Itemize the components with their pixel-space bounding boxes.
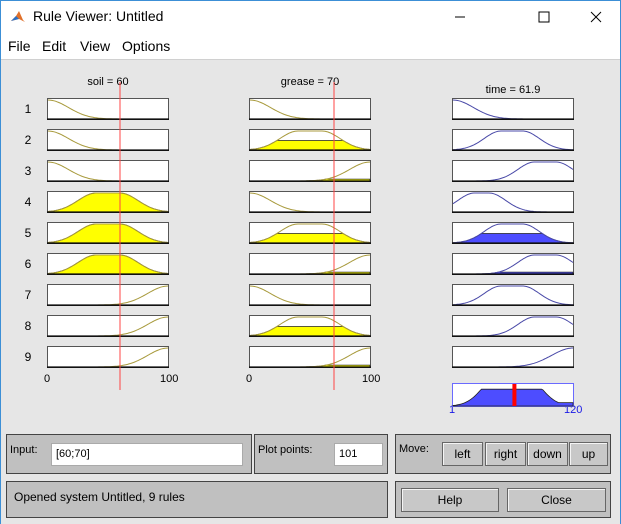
maximize-icon	[538, 11, 550, 23]
grease-rule-plot	[249, 98, 371, 121]
plot-frame	[249, 98, 371, 120]
soil-rule-plot	[47, 222, 169, 245]
soil-axis-max: 100	[160, 373, 179, 385]
grease-rule-plot	[249, 160, 371, 183]
action-panel: Help Close	[395, 481, 611, 518]
grease-rule-plot	[249, 129, 371, 152]
close-button[interactable]: Close	[507, 488, 606, 512]
plot-frame	[452, 191, 574, 213]
soil-input-marker[interactable]	[119, 82, 122, 452]
maximize-button[interactable]	[521, 1, 567, 33]
grease-axis-max: 100	[362, 373, 381, 385]
time-rule-plot	[452, 253, 574, 276]
plot-frame	[47, 315, 169, 337]
status-panel: Opened system Untitled, 9 rules	[6, 481, 388, 518]
grease-rule-plot	[249, 253, 371, 276]
plot-frame	[452, 315, 574, 337]
move-up-button[interactable]: up	[569, 442, 608, 466]
plot-points-field[interactable]: 101	[334, 443, 383, 466]
time-title: time = 61.9	[485, 84, 541, 96]
rule-viewer-window: Rule Viewer: Untitled File Edit View Opt…	[0, 0, 621, 524]
soil-rule-plot	[47, 315, 169, 338]
plot-points-panel: Plot points: 101	[254, 434, 388, 474]
time-rule-plot	[452, 315, 574, 338]
soil-rule-plot	[47, 98, 169, 121]
plot-frame	[47, 129, 169, 151]
grease-axis-min: 0	[246, 373, 253, 385]
time-aggregate-plot	[452, 383, 574, 407]
close-window-button[interactable]	[573, 1, 619, 33]
time-rule-plot	[452, 346, 574, 369]
time-rule-plot	[452, 191, 574, 214]
rule-number: 6	[24, 257, 32, 271]
grease-rule-plot	[249, 284, 371, 307]
grease-rule-plot	[249, 346, 371, 369]
minimize-button[interactable]	[437, 1, 483, 33]
time-rule-plot	[452, 129, 574, 152]
soil-rule-plot	[47, 191, 169, 214]
plot-points-label: Plot points:	[258, 444, 313, 456]
rule-number: 2	[24, 133, 32, 147]
grease-rule-plot	[249, 315, 371, 338]
close-icon	[590, 11, 602, 23]
plot-frame	[452, 160, 574, 182]
matlab-app-icon	[10, 9, 26, 25]
plot-frame	[452, 98, 574, 120]
time-rule-plot	[452, 284, 574, 307]
menu-file[interactable]: File	[8, 38, 31, 54]
soil-rule-plot	[47, 160, 169, 183]
move-right-button[interactable]: right	[485, 442, 526, 466]
plot-frame	[452, 253, 574, 275]
rule-number: 4	[24, 195, 32, 209]
minimize-icon	[455, 16, 465, 18]
soil-rule-plot	[47, 129, 169, 152]
plot-frame	[47, 346, 169, 368]
grease-rule-plot	[249, 191, 371, 214]
grease-title: grease = 70	[280, 76, 340, 88]
move-down-button[interactable]: down	[527, 442, 568, 466]
time-rule-plot	[452, 160, 574, 183]
help-button[interactable]: Help	[401, 488, 499, 512]
menu-options[interactable]: Options	[122, 38, 170, 54]
move-left-button[interactable]: left	[442, 442, 483, 466]
soil-axis-min: 0	[44, 373, 51, 385]
plot-frame	[47, 160, 169, 182]
plot-frame	[249, 346, 371, 368]
rule-number: 5	[24, 226, 32, 240]
rule-number: 9	[24, 350, 32, 364]
move-panel: Move: left right down up	[395, 434, 611, 474]
move-label: Move:	[399, 443, 429, 455]
plot-frame	[249, 160, 371, 182]
rule-number: 7	[24, 288, 32, 302]
plot-frame	[47, 284, 169, 306]
menu-bar: File Edit View Options	[1, 33, 620, 59]
rule-number: 3	[24, 164, 32, 178]
time-rule-plot	[452, 222, 574, 245]
soil-rule-plot	[47, 346, 169, 369]
soil-title: soil = 60	[87, 76, 129, 88]
rule-plot-area: soil = 60 grease = 70 time = 61.9 0 100 …	[1, 60, 620, 430]
plot-frame	[249, 284, 371, 306]
plot-frame	[452, 346, 574, 368]
input-label: Input:	[10, 444, 38, 456]
input-field[interactable]: [60;70]	[51, 443, 243, 466]
client-area: soil = 60 grease = 70 time = 61.9 0 100 …	[1, 59, 620, 524]
window-title: Rule Viewer: Untitled	[33, 8, 164, 24]
rule-number: 1	[24, 102, 32, 116]
rule-number: 8	[24, 319, 32, 333]
soil-rule-plot	[47, 253, 169, 276]
grease-rule-plot	[249, 222, 371, 245]
input-panel: Input: [60;70]	[6, 434, 252, 474]
soil-rule-plot	[47, 284, 169, 307]
plot-frame	[47, 98, 169, 120]
plot-frame	[249, 191, 371, 213]
plot-frame	[249, 253, 371, 275]
menu-edit[interactable]: Edit	[42, 38, 66, 54]
grease-input-marker[interactable]	[333, 82, 336, 452]
title-bar: Rule Viewer: Untitled	[1, 1, 620, 33]
menu-view[interactable]: View	[80, 38, 110, 54]
status-text: Opened system Untitled, 9 rules	[14, 490, 185, 504]
time-rule-plot	[452, 98, 574, 121]
